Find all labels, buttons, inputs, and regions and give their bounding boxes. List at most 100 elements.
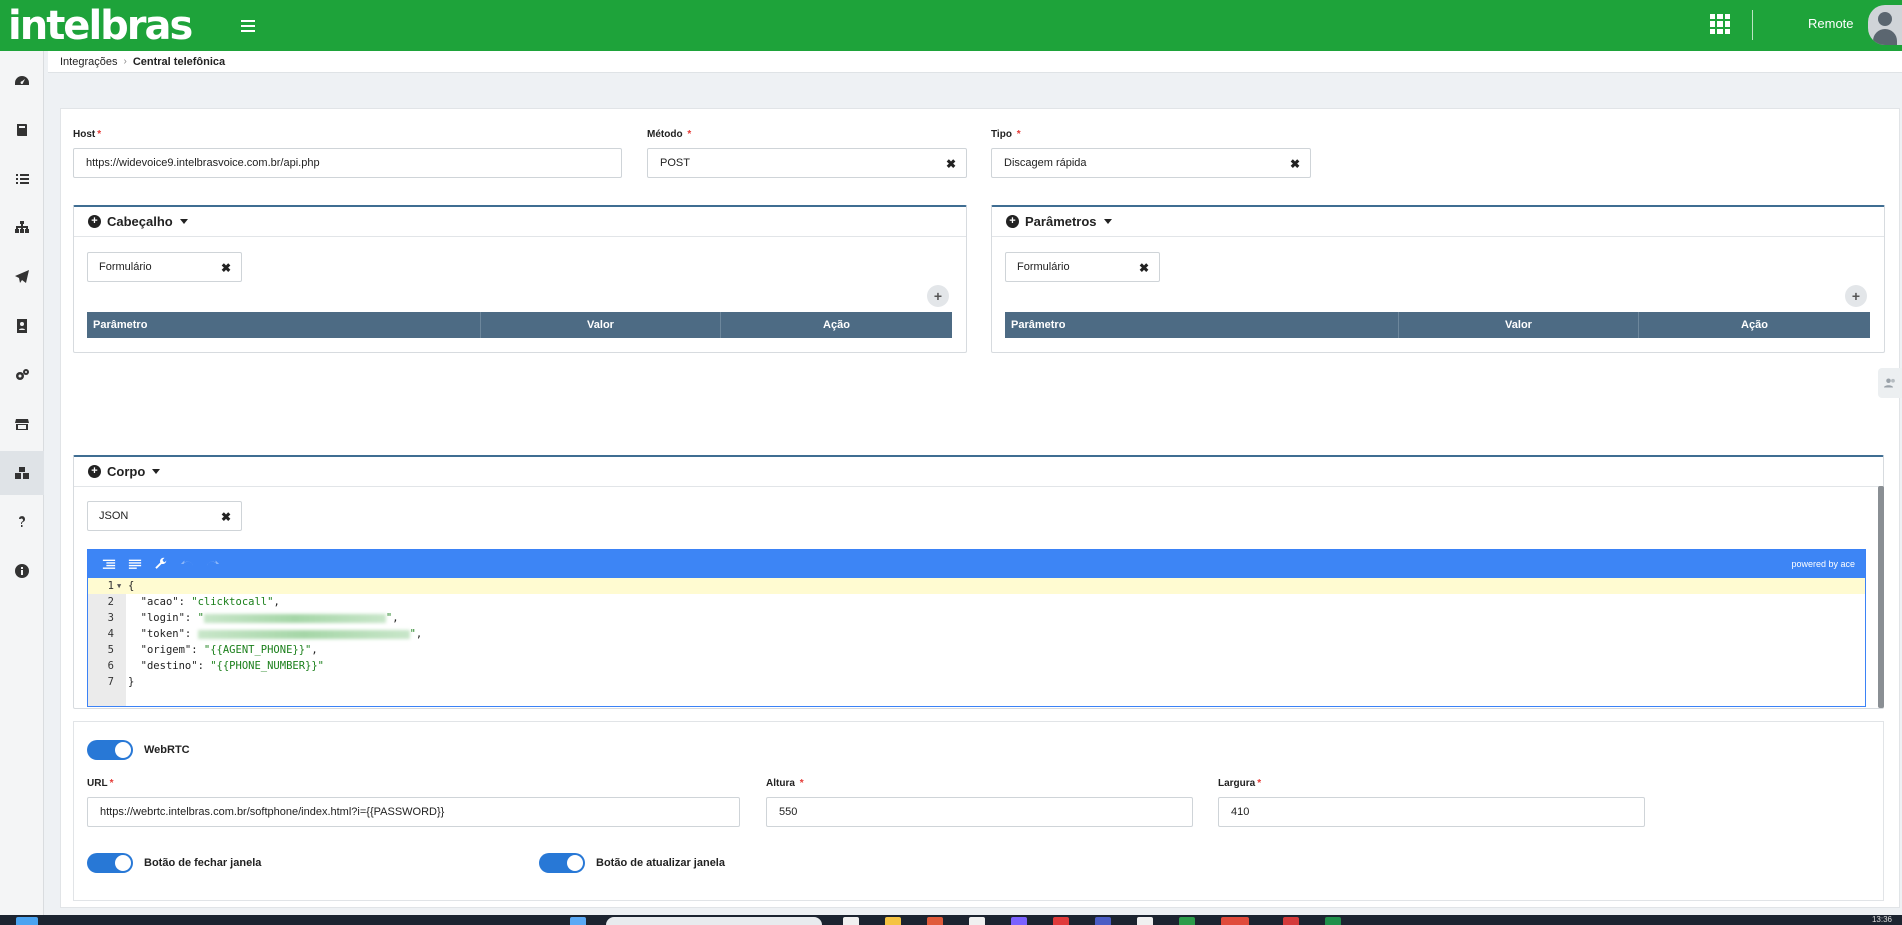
redacted-login	[203, 613, 386, 623]
breadcrumb-current: Central telefônica	[132, 55, 226, 68]
undo-button[interactable]	[174, 554, 200, 574]
code-text: {	[128, 580, 135, 592]
side-panel-toggle[interactable]	[1878, 368, 1902, 398]
clear-header-format-icon[interactable]: ✖	[221, 261, 231, 275]
code-line: 3 "login": " ",	[88, 610, 1865, 626]
column-header: Parâmetro	[87, 312, 481, 338]
sidebar-item-store[interactable]	[0, 402, 44, 446]
editor-content[interactable]: 1 ▼ { 2 "acao": "clicktocall", 3 "login":…	[88, 578, 1865, 706]
params-panel-title[interactable]: + Parâmetros	[992, 207, 1884, 237]
folder-icon[interactable]	[885, 917, 901, 925]
format-icon	[102, 559, 116, 569]
sidebar-item-settings[interactable]	[0, 353, 44, 397]
sidebar-item-integrations[interactable]	[0, 451, 44, 495]
sidebar	[0, 51, 44, 915]
taskbar-app-icon[interactable]	[1095, 917, 1111, 925]
width-input[interactable]: 410	[1218, 797, 1645, 827]
redo-button[interactable]	[200, 554, 226, 574]
header-format-select[interactable]: Formulário ✖	[87, 252, 242, 282]
caret-down-icon	[179, 219, 188, 224]
code-text: "origem": "{{AGENT_PHONE}}",	[140, 644, 318, 656]
code-text: "token": ",	[140, 628, 423, 640]
taskbar-app-icon[interactable]	[1053, 917, 1069, 925]
url-input[interactable]: https://webrtc.intelbras.com.br/softphon…	[87, 797, 740, 827]
params-format-select[interactable]: Formulário ✖	[1005, 252, 1160, 282]
json-editor[interactable]: powered by ace 1 ▼ { 2 "acao": "clicktoca…	[87, 549, 1866, 707]
type-select[interactable]: Discagem rápida ✖	[991, 148, 1311, 178]
plus-circle-icon: +	[88, 465, 101, 478]
os-taskbar: 13:36	[0, 915, 1902, 925]
line-number: 1	[107, 580, 114, 592]
taskbar-app-icon[interactable]	[1179, 917, 1195, 925]
body-format-select[interactable]: JSON ✖	[87, 501, 242, 531]
params-table-head: Parâmetro Valor Ação	[1005, 312, 1870, 338]
column-header: Ação	[1741, 319, 1768, 331]
host-input[interactable]: https://widevoice9.intelbrasvoice.com.br…	[73, 148, 622, 178]
user-avatar[interactable]	[1868, 5, 1902, 45]
taskbar-search[interactable]	[606, 917, 822, 925]
breadcrumb-parent[interactable]: Integrações	[60, 56, 117, 68]
refresh-window-toggle[interactable]	[539, 853, 585, 873]
type-label: Tipo *	[991, 129, 1021, 140]
add-param-button[interactable]: +	[1845, 285, 1867, 307]
method-select[interactable]: POST ✖	[647, 148, 967, 178]
wrench-icon	[155, 557, 167, 569]
body-panel-title[interactable]: + Corpo	[74, 457, 1883, 487]
brand-logo[interactable]: intelbras	[8, 6, 193, 46]
taskbar-app-icon[interactable]	[1011, 917, 1027, 925]
apps-grid-icon[interactable]	[1710, 14, 1730, 34]
code-line: 2 "acao": "clicktocall",	[88, 594, 1865, 610]
host-value: https://widevoice9.intelbrasvoice.com.br…	[86, 157, 320, 169]
clear-params-format-icon[interactable]: ✖	[1139, 261, 1149, 275]
sidebar-item-list[interactable]	[0, 157, 44, 201]
clear-body-format-icon[interactable]: ✖	[221, 510, 231, 524]
taskbar-app-icon[interactable]	[843, 917, 859, 925]
sidebar-item-help[interactable]	[0, 500, 44, 544]
taskbar-app-icon[interactable]	[1283, 917, 1299, 925]
height-input[interactable]: 550	[766, 797, 1193, 827]
windows-start-icon[interactable]	[16, 917, 38, 925]
add-header-button[interactable]: +	[927, 285, 949, 307]
line-number: 7	[107, 676, 114, 688]
width-label: Largura *	[1218, 778, 1262, 789]
body-panel-scrollbar[interactable]	[1878, 486, 1884, 708]
sidebar-item-hierarchy[interactable]	[0, 206, 44, 250]
editor-credit[interactable]: powered by ace	[1791, 559, 1855, 569]
fold-arrow-icon[interactable]: ▼	[117, 578, 121, 594]
sidebar-item-send[interactable]	[0, 255, 44, 299]
menu-icon[interactable]	[241, 19, 256, 32]
clear-method-icon[interactable]: ✖	[946, 157, 956, 171]
topbar-divider	[1752, 10, 1753, 40]
webrtc-toggle[interactable]	[87, 740, 133, 760]
chrome-icon[interactable]	[1221, 917, 1249, 925]
user-name[interactable]: Remote	[1808, 16, 1854, 31]
speedometer-icon	[15, 76, 29, 85]
close-window-label: Botão de fechar janela	[144, 857, 262, 869]
sidebar-item-info[interactable]	[0, 549, 44, 593]
editor-toolbar: powered by ace	[88, 550, 1865, 578]
taskbar-app-icon[interactable]	[1137, 917, 1153, 925]
redacted-token	[197, 629, 410, 639]
store-icon	[15, 419, 29, 430]
excel-icon[interactable]	[1325, 917, 1341, 925]
sidebar-item-dashboard[interactable]	[0, 59, 44, 103]
taskbar-app-icon[interactable]	[927, 917, 943, 925]
compact-button[interactable]	[122, 554, 148, 574]
taskbar-app-icon[interactable]	[969, 917, 985, 925]
paper-plane-icon	[15, 270, 29, 283]
line-number: 5	[107, 644, 114, 656]
webrtc-label: WebRTC	[144, 744, 190, 756]
close-window-toggle[interactable]	[87, 853, 133, 873]
clear-type-icon[interactable]: ✖	[1290, 157, 1300, 171]
column-header: Valor	[1399, 312, 1639, 338]
sidebar-item-contacts[interactable]	[0, 304, 44, 348]
repair-button[interactable]	[148, 554, 174, 574]
address-book-icon	[17, 319, 27, 333]
format-button[interactable]	[96, 554, 122, 574]
height-value: 550	[779, 806, 798, 818]
sidebar-item-book[interactable]	[0, 108, 44, 152]
code-text: "destino": "{{PHONE_NUMBER}}"	[140, 660, 325, 672]
start-icon[interactable]	[570, 917, 586, 925]
header-panel-title[interactable]: + Cabeçalho	[74, 207, 966, 237]
taskbar-clock[interactable]: 13:36	[1872, 915, 1892, 924]
